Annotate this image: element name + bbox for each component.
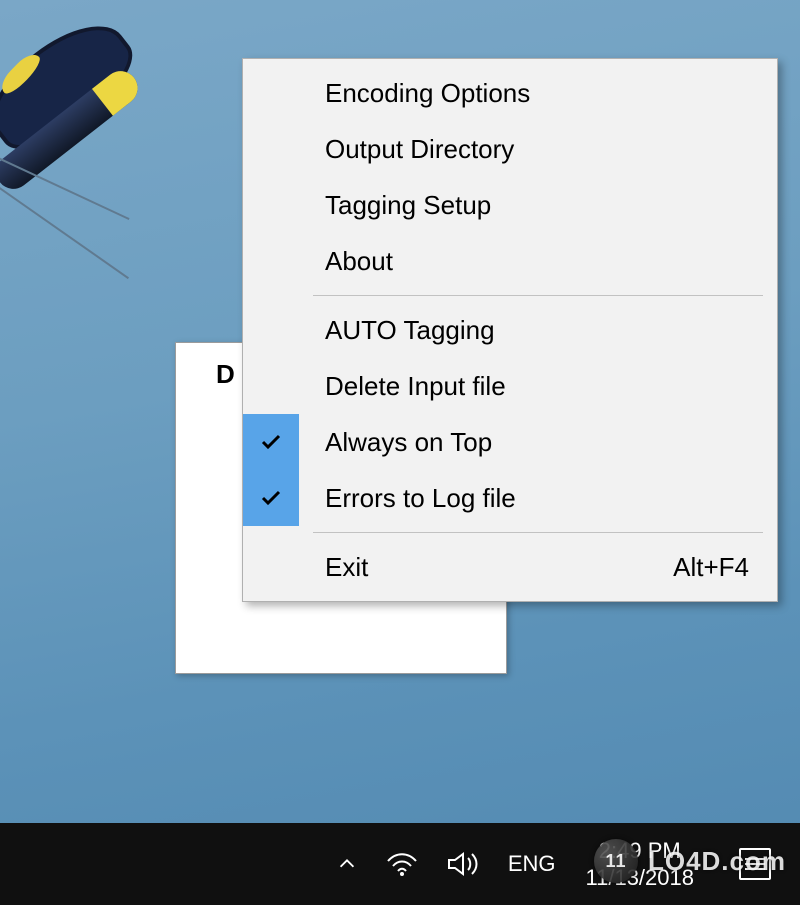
action-center-button[interactable] [710,823,800,905]
check-icon [243,414,299,470]
tray-overflow-button[interactable] [322,823,372,905]
check-slot [243,358,299,414]
menu-item-encoding-options[interactable]: Encoding Options [243,65,777,121]
menu-item-output-directory[interactable]: Output Directory [243,121,777,177]
wifi-button[interactable] [372,823,432,905]
menu-item-shortcut: Alt+F4 [673,552,777,583]
check-slot [243,65,299,121]
taskbar: ENG 2:49 PM 11/13/2018 [0,823,800,905]
desktop: D Encoding Options Output Directory Tagg… [0,0,800,905]
menu-separator [313,295,763,296]
menu-item-label: AUTO Tagging [299,315,777,346]
menu-item-label: Exit [299,552,673,583]
wallpaper-kite [0,25,200,285]
chevron-up-icon [336,853,358,875]
check-slot [243,302,299,358]
menu-item-about[interactable]: About [243,233,777,289]
check-slot [243,233,299,289]
clock-time: 2:49 PM [599,837,681,865]
notifications-icon [739,848,771,880]
menu-item-auto-tagging[interactable]: AUTO Tagging [243,302,777,358]
check-slot [243,121,299,177]
check-slot [243,177,299,233]
menu-item-always-on-top[interactable]: Always on Top [243,414,777,470]
menu-item-errors-to-log-file[interactable]: Errors to Log file [243,470,777,526]
check-icon [243,470,299,526]
language-label: ENG [508,851,556,877]
menu-item-label: Tagging Setup [299,190,777,221]
menu-item-label: Output Directory [299,134,777,165]
menu-item-label: Always on Top [299,427,777,458]
app-window-title: D [216,359,235,390]
context-menu: Encoding Options Output Directory Taggin… [242,58,778,602]
clock-button[interactable]: 2:49 PM 11/13/2018 [570,823,710,905]
menu-item-label: Encoding Options [299,78,777,109]
volume-icon [446,850,480,878]
language-button[interactable]: ENG [494,823,570,905]
menu-item-tagging-setup[interactable]: Tagging Setup [243,177,777,233]
menu-item-label: Errors to Log file [299,483,777,514]
menu-item-label: Delete Input file [299,371,777,402]
check-slot [243,539,299,595]
wifi-icon [386,851,418,877]
menu-separator [313,532,763,533]
menu-item-label: About [299,246,777,277]
menu-item-exit[interactable]: Exit Alt+F4 [243,539,777,595]
menu-item-delete-input-file[interactable]: Delete Input file [243,358,777,414]
volume-button[interactable] [432,823,494,905]
clock-date: 11/13/2018 [586,864,694,892]
